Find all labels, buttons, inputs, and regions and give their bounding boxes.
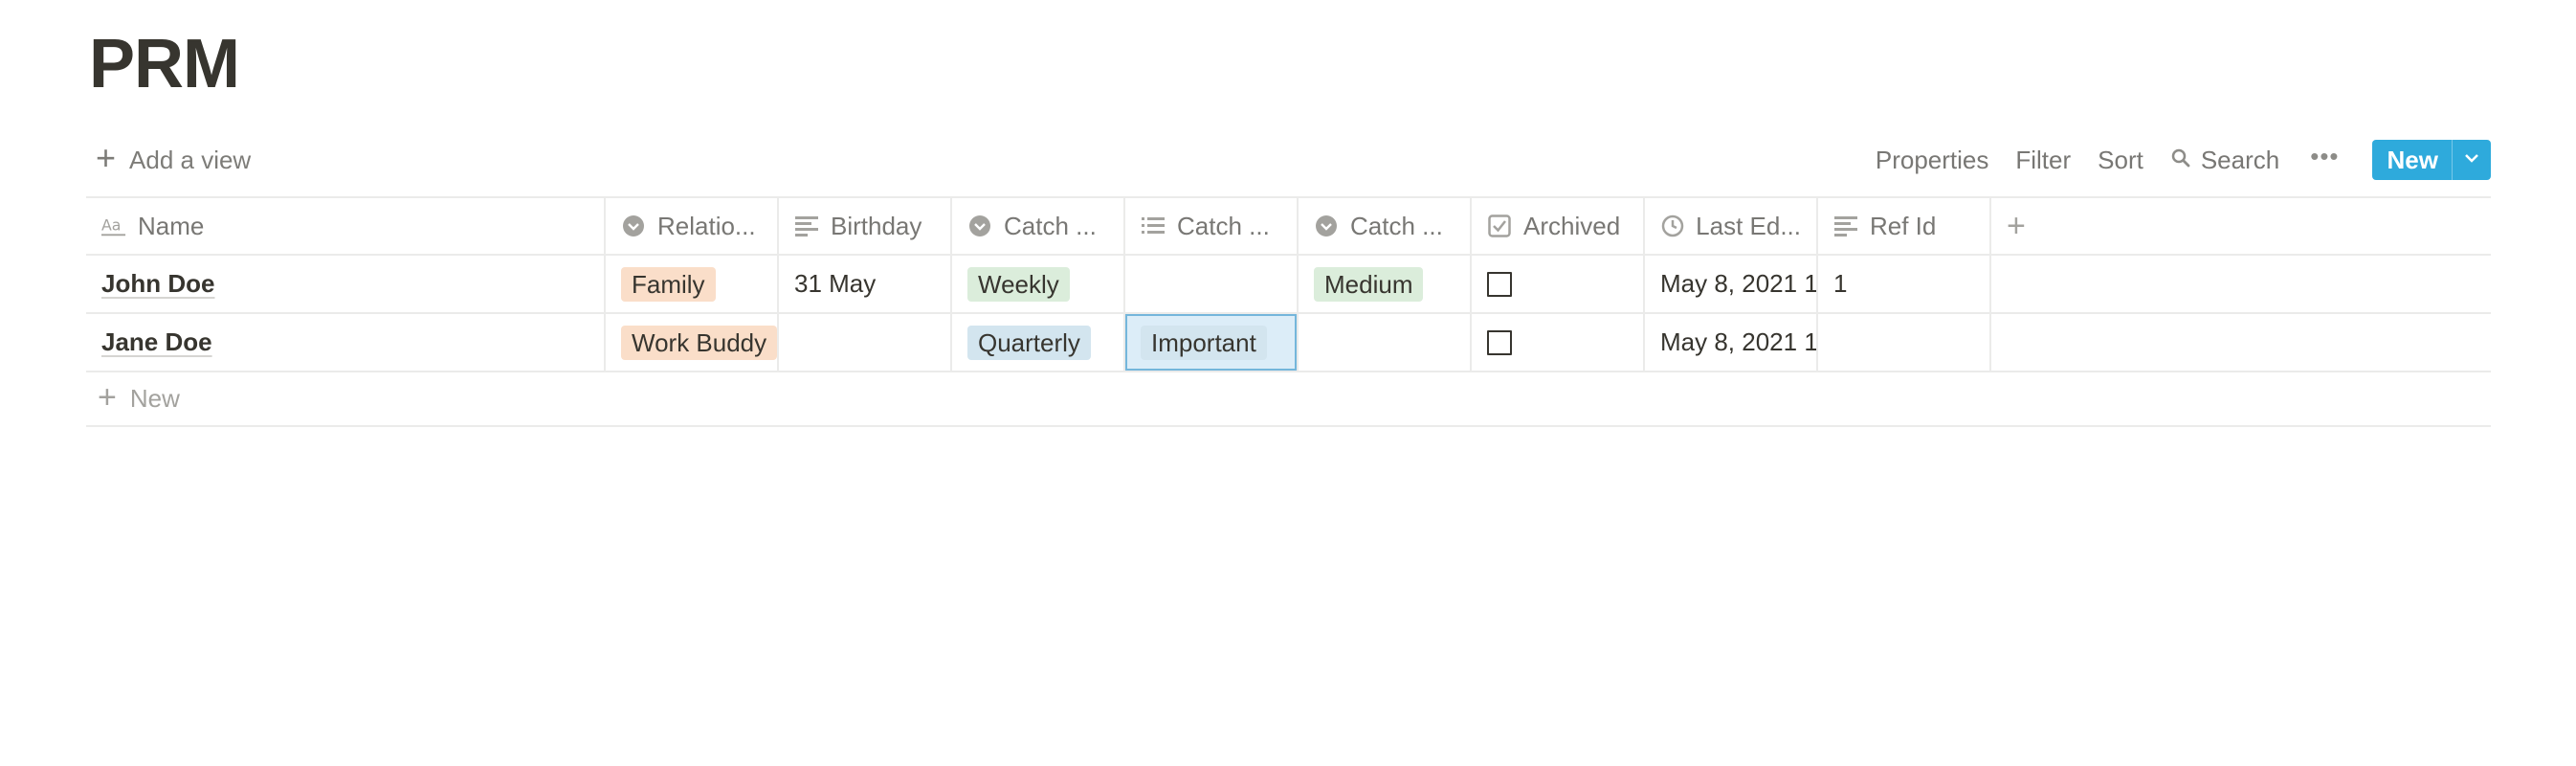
- column-header-birthday[interactable]: Birthday: [779, 198, 952, 254]
- filter-button[interactable]: Filter: [2002, 146, 2084, 175]
- last-edited-value: May 8, 2021 1: [1660, 269, 1818, 298]
- cell-catch-level[interactable]: Medium: [1299, 256, 1472, 312]
- new-button[interactable]: New: [2372, 140, 2452, 180]
- ref-id-value: 1: [1833, 269, 1848, 298]
- row-title[interactable]: Jane Doe: [101, 327, 212, 357]
- column-label: Archived: [1523, 211, 1621, 240]
- add-view-label: Add a view: [129, 145, 252, 174]
- birthday-value: 31 May: [794, 269, 877, 298]
- toolbar-actions: Properties Filter Sort Search ••• New: [1862, 140, 2491, 180]
- column-header-catch-level[interactable]: Catch ...: [1299, 198, 1472, 254]
- database-table: Aa Name Relatio... Birthday Catch ... Ca…: [86, 196, 2491, 427]
- cell-ref-id[interactable]: [1818, 314, 1991, 371]
- column-label: Catch ...: [1004, 211, 1097, 240]
- cell-catch-frequency[interactable]: Quarterly: [952, 314, 1125, 371]
- search-label: Search: [2200, 145, 2280, 174]
- add-row-label: New: [129, 384, 180, 413]
- cell-relationship[interactable]: Family: [606, 256, 779, 312]
- cell-birthday[interactable]: [779, 314, 952, 371]
- text-lines-icon: [1833, 214, 1858, 238]
- column-header-archived[interactable]: Archived: [1472, 198, 1645, 254]
- plus-icon: +: [2007, 207, 2026, 244]
- column-label: Birthday: [831, 211, 922, 240]
- column-header-last-edited[interactable]: Last Ed...: [1645, 198, 1818, 254]
- select-icon: [967, 214, 992, 238]
- cell-catch-tags-selected[interactable]: Important: [1125, 314, 1299, 371]
- add-view-button[interactable]: + Add a view: [86, 141, 260, 175]
- column-label: Relatio...: [657, 211, 756, 240]
- plus-icon: +: [98, 378, 117, 416]
- properties-button[interactable]: Properties: [1862, 146, 2003, 175]
- svg-text:Aa: Aa: [101, 216, 121, 235]
- cell-catch-tags[interactable]: [1125, 256, 1299, 312]
- new-button-group: New: [2371, 140, 2491, 180]
- more-options-button[interactable]: •••: [2293, 142, 2356, 179]
- cell-relationship[interactable]: Work Buddy: [606, 314, 779, 371]
- cell-last-edited[interactable]: May 8, 2021 1: [1645, 256, 1818, 312]
- tag-medium: Medium: [1314, 266, 1424, 302]
- column-header-catch-frequency[interactable]: Catch ...: [952, 198, 1125, 254]
- page: PRM + Add a view Properties Filter Sort …: [0, 0, 2576, 766]
- cell-last-edited[interactable]: May 8, 2021 1: [1645, 314, 1818, 371]
- database-toolbar: + Add a view Properties Filter Sort Sear…: [86, 136, 2491, 184]
- table-header-row: Aa Name Relatio... Birthday Catch ... Ca…: [86, 196, 2491, 256]
- chevron-down-icon: [2463, 151, 2480, 169]
- cell-catch-frequency[interactable]: Weekly: [952, 256, 1125, 312]
- cell-name[interactable]: Jane Doe: [86, 314, 606, 371]
- plus-icon: +: [96, 138, 117, 177]
- cell-birthday[interactable]: 31 May: [779, 256, 952, 312]
- tag-weekly: Weekly: [967, 266, 1070, 302]
- page-title: PRM: [89, 26, 240, 102]
- column-header-name[interactable]: Aa Name: [86, 198, 606, 254]
- column-header-relationship[interactable]: Relatio...: [606, 198, 779, 254]
- clock-icon: [1660, 214, 1684, 238]
- cell-name[interactable]: John Doe: [86, 256, 606, 312]
- search-icon: [2170, 146, 2191, 175]
- archived-checkbox[interactable]: [1487, 271, 1512, 297]
- column-label: Name: [138, 211, 205, 240]
- select-icon: [1314, 214, 1339, 238]
- search-button[interactable]: Search: [2157, 146, 2293, 175]
- column-label: Catch ...: [1350, 211, 1443, 240]
- cell-ref-id[interactable]: 1: [1818, 256, 1991, 312]
- column-header-catch-tags[interactable]: Catch ...: [1125, 198, 1299, 254]
- select-icon: [621, 214, 646, 238]
- last-edited-value: May 8, 2021 1: [1660, 327, 1818, 356]
- column-label: Catch ...: [1177, 211, 1270, 240]
- add-column-button[interactable]: +: [1991, 198, 2491, 254]
- tag-family: Family: [621, 266, 716, 302]
- cell-empty: [1991, 314, 2491, 371]
- column-header-ref-id[interactable]: Ref Id: [1818, 198, 1991, 254]
- table-row: John Doe Family 31 May Weekly Medium May…: [86, 256, 2491, 314]
- row-title[interactable]: John Doe: [101, 269, 214, 299]
- text-lines-icon: [794, 214, 819, 238]
- add-row-button[interactable]: + New: [86, 372, 2491, 427]
- table-row: Jane Doe Work Buddy Quarterly Important …: [86, 314, 2491, 372]
- archived-checkbox[interactable]: [1487, 329, 1512, 355]
- list-icon: [1141, 214, 1166, 238]
- sort-button[interactable]: Sort: [2084, 146, 2157, 175]
- tag-work-buddy: Work Buddy: [621, 325, 777, 360]
- new-dropdown-button[interactable]: [2452, 140, 2491, 180]
- tag-important: Important: [1141, 325, 1267, 360]
- cell-empty: [1991, 256, 2491, 312]
- text-aa-icon: Aa: [101, 214, 126, 238]
- cell-archived[interactable]: [1472, 256, 1645, 312]
- cell-catch-level[interactable]: [1299, 314, 1472, 371]
- tag-quarterly: Quarterly: [967, 325, 1091, 360]
- column-label: Last Ed...: [1696, 211, 1801, 240]
- column-label: Ref Id: [1870, 211, 1937, 240]
- checkbox-icon: [1487, 214, 1512, 238]
- cell-archived[interactable]: [1472, 314, 1645, 371]
